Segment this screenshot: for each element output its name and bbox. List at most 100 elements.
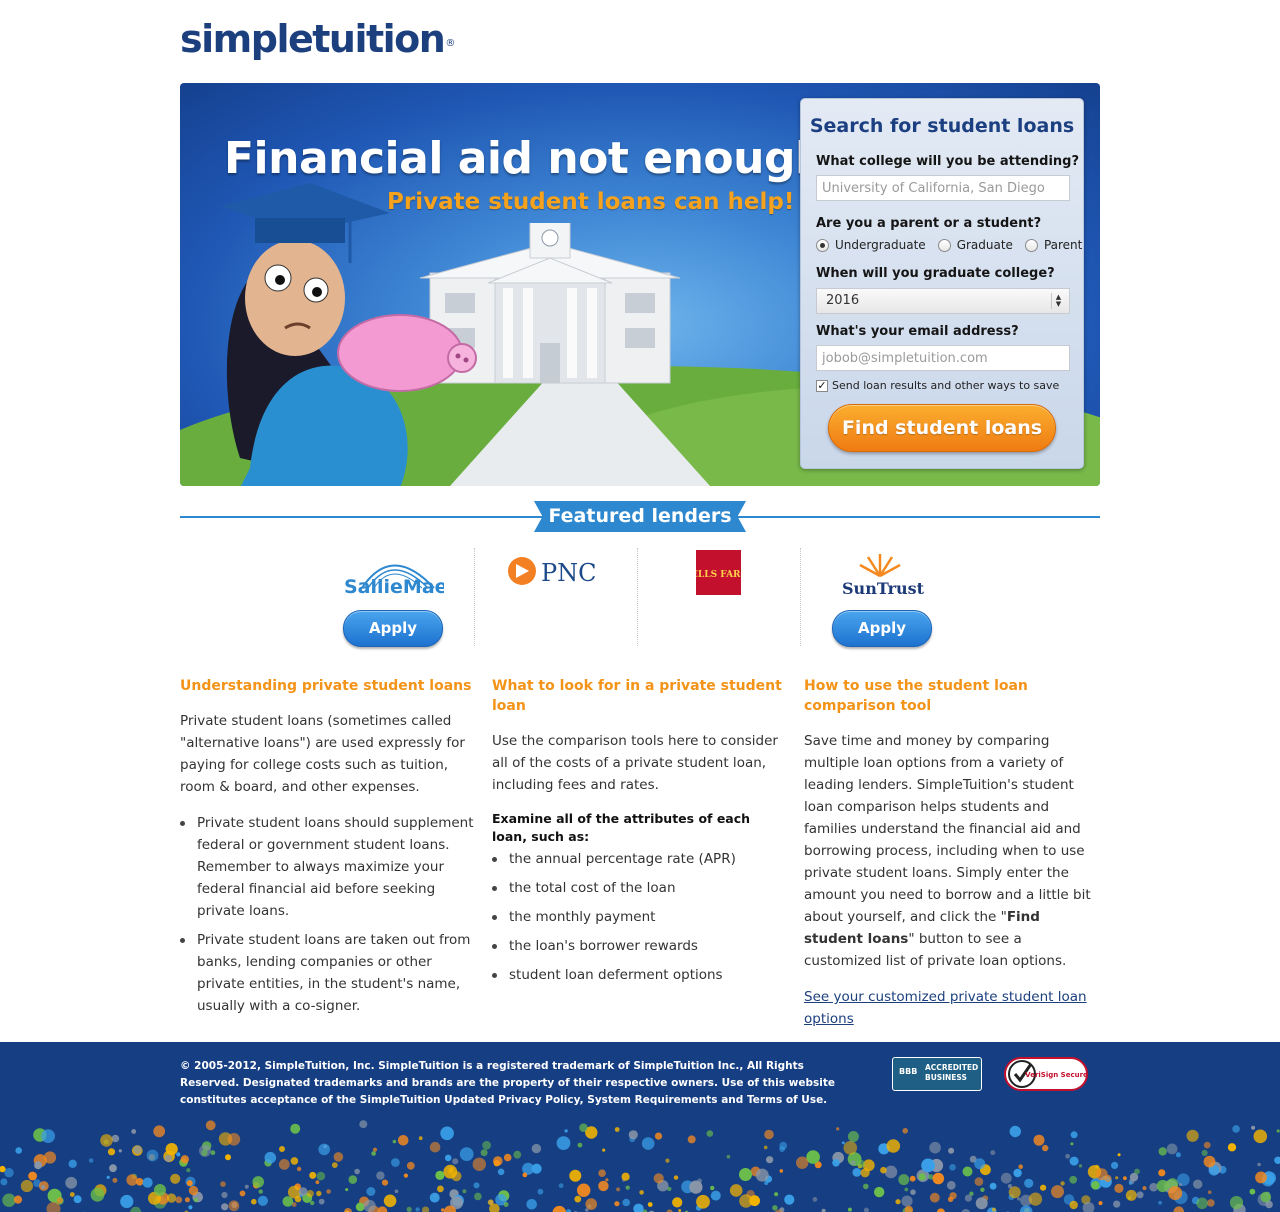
footer-confetti-dot [503, 1202, 509, 1207]
footer-confetti-dot [696, 1194, 710, 1209]
footer-confetti-dot [406, 1206, 412, 1212]
footer-confetti-dot [298, 1187, 308, 1196]
footer-confetti-dot [1229, 1196, 1244, 1210]
footer-legal-text: © 2005-2012, SimpleTuition, Inc. SimpleT… [180, 1060, 835, 1106]
footer-confetti-dot [381, 1179, 389, 1186]
footer-confetti-dot [43, 1151, 57, 1164]
optin-label: Send loan results and other ways to save [832, 379, 1060, 392]
footer-confetti-dot [974, 1158, 986, 1170]
footer-confetti-dot [764, 1129, 774, 1140]
footer-confetti-dot [363, 1199, 376, 1212]
apply-button-salliemae[interactable]: Apply [343, 610, 443, 647]
footer-confetti-dot [252, 1176, 264, 1188]
footer-confetti-dot [493, 1156, 503, 1166]
radio-undergraduate[interactable] [816, 238, 829, 252]
footer-confetti-dot [1069, 1200, 1078, 1210]
footer-confetti-dot [318, 1143, 331, 1156]
footer-confetti-dot [860, 1168, 870, 1178]
column-heading: Understanding private student loans [180, 678, 472, 694]
college-input[interactable] [816, 175, 1070, 201]
customized-loan-options-link[interactable]: See your customized private student loan… [804, 989, 1087, 1027]
bbb-mark: BBB [899, 1067, 918, 1076]
footer-confetti-dot [1175, 1152, 1181, 1158]
footer-confetti-dot [176, 1152, 181, 1157]
footer-confetti-dot [326, 1189, 331, 1194]
graduation-year-select[interactable]: 2016 ▲ ▼ [816, 288, 1070, 314]
footer-confetti-dot [180, 1155, 189, 1164]
footer-confetti-dot [473, 1182, 480, 1189]
footer-confetti-dot [310, 1200, 315, 1206]
footer-confetti-dot [1115, 1176, 1119, 1180]
wells-fargo-logo[interactable]: WELLS FARGO [696, 550, 741, 595]
footer-confetti-dot [772, 1205, 778, 1211]
footer-confetti-dot [558, 1183, 564, 1189]
email-label: What's your email address? [816, 324, 1019, 339]
email-field[interactable] [816, 345, 1070, 371]
footer-confetti-dot [614, 1201, 620, 1207]
footer-confetti-dot [1260, 1191, 1272, 1203]
role-label: Are you a parent or a student? [816, 216, 1042, 231]
optin-checkbox[interactable]: ✓ [816, 379, 828, 392]
footer-confetti-dot [962, 1166, 973, 1177]
footer-confetti-dot [1125, 1189, 1137, 1201]
footer-confetti-dot [639, 1190, 644, 1195]
footer-confetti-dot [1136, 1191, 1144, 1199]
footer-confetti-dot [20, 1179, 33, 1193]
footer-confetti-dot [1158, 1147, 1167, 1156]
footer-confetti-dot [1158, 1200, 1162, 1205]
optin-row: ✓ Send loan results and other ways to sa… [816, 379, 1059, 392]
footer-confetti-dot [880, 1166, 887, 1174]
footer-confetti-dot [843, 1141, 858, 1155]
pnc-logo[interactable]: PNC [507, 556, 607, 588]
sallie-mae-wordmark: SallieMae [344, 576, 444, 598]
footer-confetti-dot [2, 1193, 16, 1207]
footer-confetti-dot [641, 1137, 655, 1150]
footer-confetti-dot [605, 1178, 609, 1182]
footer-confetti-dot [946, 1180, 956, 1190]
bbb-accredited-badge[interactable]: BBB ACCREDITED BUSINESS [892, 1057, 982, 1091]
footer-confetti-dot [1007, 1184, 1013, 1189]
footer-confetti-dot [131, 1129, 137, 1134]
footer-confetti-dot [68, 1159, 77, 1168]
radio-parent[interactable] [1024, 238, 1038, 252]
pnc-wordmark: PNC [541, 559, 597, 587]
footer-confetti-dot [188, 1185, 199, 1196]
footer-confetti-dot [902, 1128, 908, 1134]
footer-confetti-dot [290, 1157, 299, 1165]
list-item: student loan deferment options [492, 964, 788, 986]
footer-confetti-dot [394, 1189, 399, 1194]
footer-confetti-dot [372, 1147, 378, 1152]
footer-confetti-dot [1207, 1190, 1212, 1194]
footer-confetti-dot [451, 1171, 462, 1182]
footer-confetti-dot [4, 1168, 14, 1178]
footer-confetti-dot [774, 1192, 779, 1197]
footer-confetti-dot [186, 1180, 193, 1187]
footer-confetti-dot [779, 1141, 788, 1150]
footer-confetti-dot [391, 1158, 400, 1167]
list-item: Private student loans are taken out from… [180, 929, 476, 1017]
footer-confetti-dot [1166, 1143, 1178, 1155]
simpletuition-logo[interactable]: simpletuition® [180, 14, 455, 74]
radio-graduate[interactable] [937, 238, 951, 252]
footer-confetti-dot [56, 1197, 63, 1204]
footer-confetti-dot [279, 1146, 285, 1152]
footer-confetti-dot [739, 1168, 752, 1181]
apply-button-suntrust[interactable]: Apply [832, 610, 932, 647]
verisign-secured-badge[interactable]: VeriSign Secured [1004, 1056, 1088, 1092]
footer-confetti-dot [1078, 1164, 1083, 1168]
suntrust-logo[interactable]: SunTrust [840, 548, 926, 598]
footer-confetti-dot [989, 1182, 997, 1190]
footer-confetti-dot [418, 1136, 423, 1141]
footer-confetti-dot [429, 1192, 440, 1203]
footer-confetti-dot [672, 1197, 683, 1208]
footer-confetti-dot [1249, 1188, 1256, 1195]
footer-confetti-dot [1149, 1182, 1158, 1192]
footer-confetti-dot [106, 1175, 110, 1179]
sallie-mae-logo[interactable]: SallieMae [342, 548, 444, 598]
lender-pnc: PNC [475, 548, 637, 648]
footer-confetti-dot [1024, 1178, 1034, 1188]
footer-confetti-dot [949, 1192, 957, 1200]
footer-confetti-dot [278, 1159, 290, 1170]
find-student-loans-button[interactable]: Find student loans [828, 404, 1056, 452]
footer-confetti-dot [886, 1139, 901, 1153]
